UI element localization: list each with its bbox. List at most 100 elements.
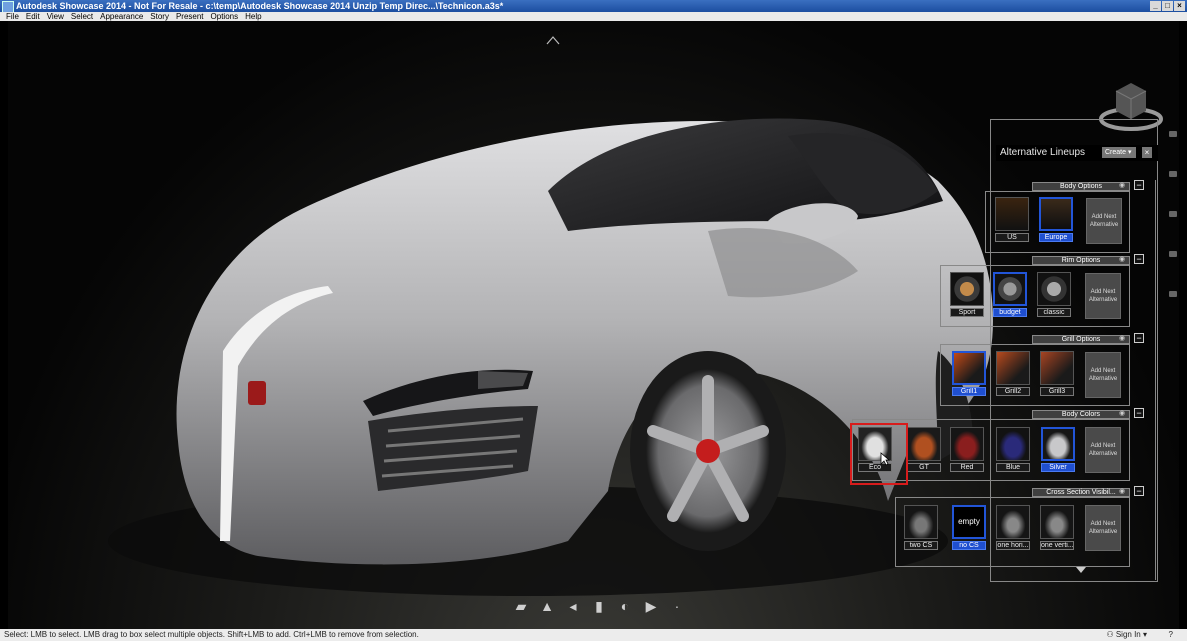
- empty-label: empty: [958, 517, 980, 526]
- collapse-button[interactable]: −: [1134, 254, 1144, 264]
- thumbnail: empty: [952, 505, 986, 539]
- panel-title: Alternative Lineups: [1000, 147, 1086, 158]
- alternative-label: Grill1: [952, 387, 986, 396]
- alternative-label: Red: [950, 463, 984, 472]
- alternative-label: two CS: [904, 541, 938, 550]
- add-next-alternative-button[interactable]: Add Next Alternative: [1085, 273, 1121, 319]
- group-title: Cross Section Visibil...: [1032, 488, 1130, 497]
- car-icon[interactable]: ▲: [539, 599, 555, 613]
- thumbnail: [993, 272, 1027, 306]
- create-button[interactable]: Create ▾: [1102, 147, 1136, 158]
- thumbnail: [1039, 197, 1073, 231]
- alternative-sport[interactable]: Sport: [950, 272, 984, 317]
- status-bar: Select: LMB to select. LMB drag to box s…: [0, 629, 1187, 641]
- panel-scroll-track[interactable]: [1155, 180, 1156, 580]
- menu-file[interactable]: File: [6, 12, 19, 21]
- collapse-button[interactable]: −: [1134, 486, 1144, 496]
- alternative-two-cs[interactable]: two CS: [904, 505, 938, 550]
- add-next-alternative-button[interactable]: Add Next Alternative: [1086, 198, 1122, 244]
- chevron-down-icon[interactable]: [1076, 567, 1086, 573]
- thumbnail: [904, 505, 938, 539]
- alternative-grill3[interactable]: Grill3: [1040, 351, 1074, 396]
- alternative-no-cs[interactable]: empty no CS: [952, 505, 986, 550]
- group-grill-options: Grill Options ◉ − Grill1 Grill2 Grill3 A…: [940, 333, 1150, 407]
- menu-options[interactable]: Options: [211, 12, 239, 21]
- menu-story[interactable]: Story: [150, 12, 169, 21]
- alternative-one-horizontal[interactable]: one hori...: [996, 505, 1030, 550]
- menu-edit[interactable]: Edit: [26, 12, 40, 21]
- eco-highlight-box: [850, 423, 908, 485]
- group-title: Body Options: [1032, 182, 1130, 191]
- settings-icon[interactable]: ·: [669, 599, 685, 613]
- group-cross-section-visibility: Cross Section Visibil... ◉ − two CS empt…: [895, 486, 1150, 567]
- thumbnail: [1037, 272, 1071, 306]
- alternative-grill1[interactable]: Grill1: [952, 351, 986, 396]
- alternative-budget[interactable]: budget: [993, 272, 1027, 317]
- collapse-button[interactable]: −: [1134, 180, 1144, 190]
- alternative-classic[interactable]: classic: [1037, 272, 1071, 317]
- group-title: Grill Options: [1032, 335, 1130, 344]
- sign-in-button[interactable]: ⚇ Sign In ▾: [1106, 629, 1147, 641]
- chevron-up-icon[interactable]: [546, 35, 560, 45]
- right-side-toolbar: [1168, 131, 1178, 361]
- eye-icon[interactable]: ◉: [1119, 182, 1127, 190]
- tool-icon-4[interactable]: [1169, 251, 1177, 257]
- alternative-grill2[interactable]: Grill2: [996, 351, 1030, 396]
- alternative-label: classic: [1037, 308, 1071, 317]
- minimize-button[interactable]: _: [1150, 1, 1161, 11]
- camera-icon[interactable]: ▮: [591, 599, 607, 613]
- tool-icon-3[interactable]: [1169, 211, 1177, 217]
- alternative-silver[interactable]: Silver: [1041, 427, 1075, 472]
- thumbnail: [950, 427, 984, 461]
- flag-icon[interactable]: ◂: [565, 599, 581, 613]
- group-rim-options: Rim Options ◉ − Sport budget classic Add…: [940, 254, 1150, 328]
- eye-icon[interactable]: ◉: [1119, 488, 1127, 496]
- status-text: Select: LMB to select. LMB drag to box s…: [4, 630, 419, 639]
- group-body-options: Body Options ◉ − US Europe Add Next Alte…: [985, 180, 1150, 254]
- menu-present[interactable]: Present: [176, 12, 204, 21]
- tool-icon-1[interactable]: [1169, 131, 1177, 137]
- alternative-us[interactable]: US: [995, 197, 1029, 242]
- folder-icon[interactable]: ▰: [513, 599, 529, 613]
- close-button[interactable]: ×: [1174, 1, 1185, 11]
- present-icon[interactable]: ▶: [643, 599, 659, 613]
- menu-help[interactable]: Help: [245, 12, 261, 21]
- eye-icon[interactable]: ◉: [1119, 256, 1127, 264]
- thumbnail: [907, 427, 941, 461]
- add-next-alternative-button[interactable]: Add Next Alternative: [1085, 505, 1121, 551]
- alternative-one-vertical[interactable]: one verti...: [1040, 505, 1074, 550]
- menu-view[interactable]: View: [47, 12, 64, 21]
- alternative-label: Europe: [1039, 233, 1073, 242]
- title-bar: Autodesk Showcase 2014 - Not For Resale …: [0, 0, 1187, 13]
- collapse-button[interactable]: −: [1134, 408, 1144, 418]
- section-icon[interactable]: ◐: [617, 599, 633, 613]
- menu-bar: File Edit View Select Appearance Story P…: [0, 12, 1187, 21]
- eye-icon[interactable]: ◉: [1119, 335, 1127, 343]
- alternative-blue[interactable]: Blue: [996, 427, 1030, 472]
- panel-close-button[interactable]: ×: [1142, 147, 1152, 158]
- menu-appearance[interactable]: Appearance: [100, 12, 143, 21]
- collapse-button[interactable]: −: [1134, 333, 1144, 343]
- alternative-label: budget: [993, 308, 1027, 317]
- alternative-red[interactable]: Red: [950, 427, 984, 472]
- alternative-label: Blue: [996, 463, 1030, 472]
- alternative-europe[interactable]: Europe: [1039, 197, 1073, 242]
- alternative-gt[interactable]: GT: [907, 427, 941, 472]
- tool-icon-5[interactable]: [1169, 291, 1177, 297]
- thumbnail: [996, 427, 1030, 461]
- tool-icon-2[interactable]: [1169, 171, 1177, 177]
- alternative-label: no CS: [952, 541, 986, 550]
- maximize-button[interactable]: □: [1162, 1, 1173, 11]
- menu-select[interactable]: Select: [71, 12, 93, 21]
- alternative-label: GT: [907, 463, 941, 472]
- alternative-label: Grill2: [996, 387, 1030, 396]
- eye-icon[interactable]: ◉: [1119, 410, 1127, 418]
- thumbnail: [1041, 427, 1075, 461]
- thumbnail: [1040, 351, 1074, 385]
- add-next-alternative-button[interactable]: Add Next Alternative: [1085, 352, 1121, 398]
- group-title: Rim Options: [1032, 256, 1130, 265]
- add-next-alternative-button[interactable]: Add Next Alternative: [1085, 427, 1121, 473]
- thumbnail: [950, 272, 984, 306]
- help-icon[interactable]: ?: [1169, 629, 1173, 641]
- window-controls: _ □ ×: [1150, 1, 1185, 11]
